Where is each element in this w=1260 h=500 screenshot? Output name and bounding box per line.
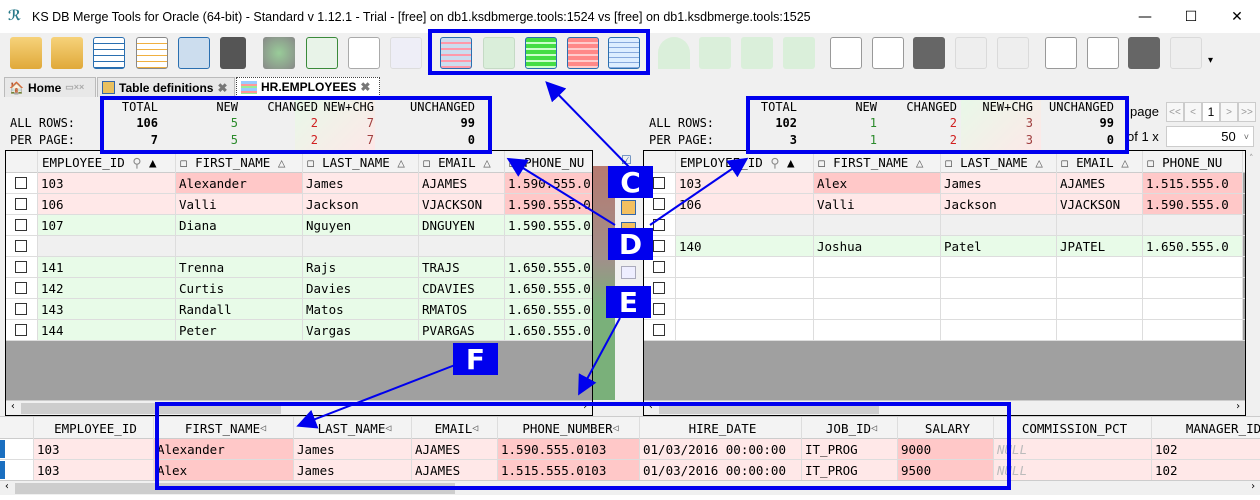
callout-label-c: C: [608, 166, 653, 199]
callout-label-f: F: [453, 343, 498, 376]
arrow-e: [578, 317, 621, 396]
arrow-c: [545, 81, 631, 169]
arrow-d-right: [649, 157, 749, 226]
arrow-f: [296, 364, 456, 429]
callout-label-e: E: [606, 286, 651, 319]
callout-label-d: D: [608, 228, 653, 261]
arrow-d-left: [506, 157, 616, 226]
